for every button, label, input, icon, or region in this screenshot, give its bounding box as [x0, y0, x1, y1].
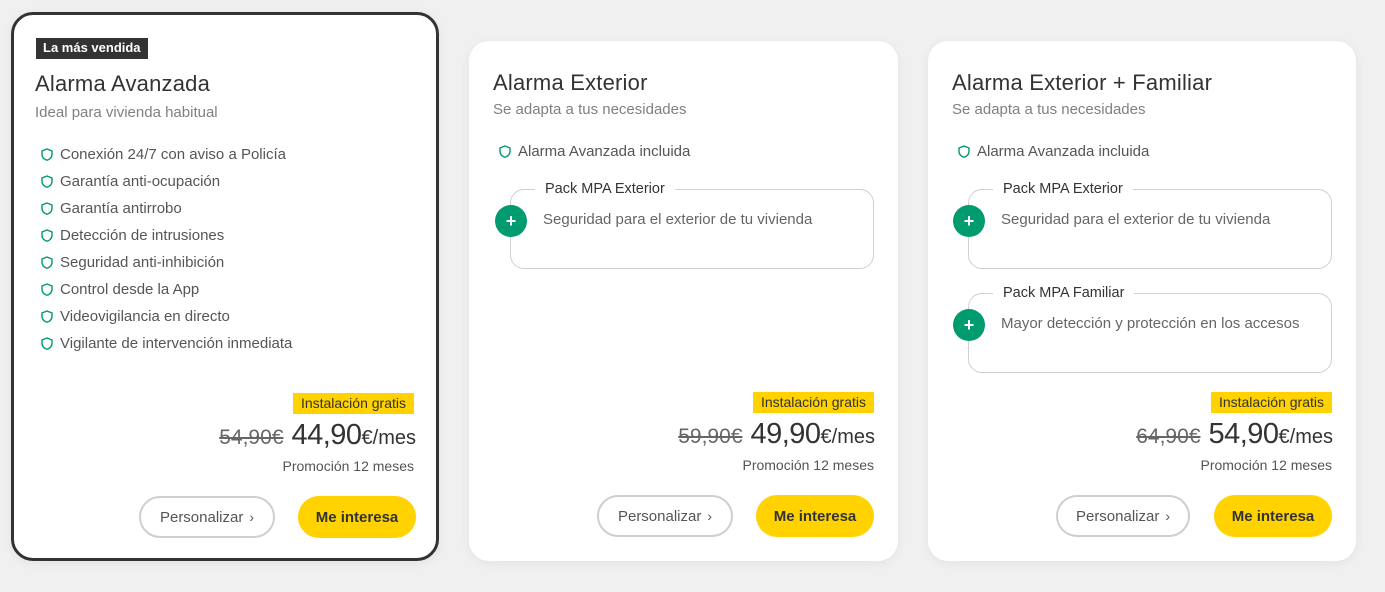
interest-button[interactable]: Me interesa [756, 495, 874, 537]
feature-item: Garantía antirrobo [41, 195, 292, 222]
promo-duration: Promoción 12 meses [282, 458, 414, 474]
pack-title: Pack MPA Exterior [993, 180, 1133, 198]
shield-icon [41, 256, 53, 269]
plus-icon[interactable]: + [953, 309, 985, 341]
chevron-right-icon: › [707, 508, 713, 524]
plan-card-alarma-avanzada: La más vendida Alarma Avanzada Ideal par… [11, 12, 439, 561]
free-installation-badge: Instalación gratis [752, 392, 874, 413]
old-price: 54,90€ [219, 426, 284, 449]
shield-icon [41, 283, 53, 296]
price-row: 59,90€ 49,90 €/mes [678, 418, 875, 451]
pack-description: Mayor detección y protección en los acce… [1001, 315, 1300, 332]
pack-mpa-familiar: Pack MPA Familiar + Mayor detección y pr… [953, 284, 1332, 373]
feature-item: Detección de intrusiones [41, 222, 292, 249]
plan-subtitle: Se adapta a tus necesidades [493, 101, 687, 118]
feature-item: Seguridad anti-inhibición [41, 249, 292, 276]
shield-icon [958, 145, 970, 158]
feature-item: Control desde la App [41, 276, 292, 303]
plan-title: Alarma Exterior + Familiar [952, 70, 1213, 95]
new-price: 49,90 [750, 418, 821, 450]
price-unit: €/mes [361, 427, 416, 449]
old-price: 64,90€ [1136, 425, 1201, 448]
plan-subtitle: Se adapta a tus necesidades [952, 101, 1146, 118]
pack-mpa-exterior: Pack MPA Exterior + Seguridad para el ex… [495, 180, 874, 269]
shield-icon [41, 229, 53, 242]
shield-icon [499, 145, 511, 158]
free-installation-badge: Instalación gratis [292, 393, 414, 414]
shield-icon [41, 148, 53, 161]
plan-title: Alarma Avanzada [35, 71, 211, 96]
old-price: 59,90€ [678, 425, 743, 448]
plus-icon[interactable]: + [495, 205, 527, 237]
feature-list: Alarma Avanzada incluida [499, 138, 690, 165]
best-seller-badge: La más vendida [36, 38, 148, 59]
new-price: 54,90 [1208, 418, 1279, 450]
free-installation-badge: Instalación gratis [1210, 392, 1332, 413]
feature-item: Vigilante de intervención inmediata [41, 330, 292, 357]
customize-button[interactable]: Personalizar › [597, 495, 733, 537]
plan-card-alarma-exterior: Alarma Exterior Se adapta a tus necesida… [469, 41, 898, 561]
plus-icon[interactable]: + [953, 205, 985, 237]
pack-title: Pack MPA Exterior [535, 180, 675, 198]
promo-duration: Promoción 12 meses [742, 457, 874, 473]
feature-item: Videovigilancia en directo [41, 303, 292, 330]
feature-item: Alarma Avanzada incluida [499, 138, 690, 165]
interest-button[interactable]: Me interesa [298, 496, 416, 538]
shield-icon [41, 202, 53, 215]
feature-item: Garantía anti-ocupación [41, 168, 292, 195]
shield-icon [41, 175, 53, 188]
feature-item: Alarma Avanzada incluida [958, 138, 1149, 165]
pack-mpa-exterior: Pack MPA Exterior + Seguridad para el ex… [953, 180, 1332, 269]
chevron-right-icon: › [249, 509, 255, 525]
promo-duration: Promoción 12 meses [1200, 457, 1332, 473]
customize-button[interactable]: Personalizar › [139, 496, 275, 538]
price-unit: €/mes [1278, 426, 1333, 448]
shield-icon [41, 337, 53, 350]
customize-button[interactable]: Personalizar › [1056, 495, 1190, 537]
price-unit: €/mes [820, 426, 875, 448]
shield-icon [41, 310, 53, 323]
price-row: 64,90€ 54,90 €/mes [1136, 418, 1333, 451]
plan-subtitle: Ideal para vivienda habitual [35, 104, 218, 121]
plan-title: Alarma Exterior [493, 70, 648, 95]
pack-description: Seguridad para el exterior de tu viviend… [543, 211, 813, 228]
price-row: 54,90€ 44,90 €/mes [219, 419, 416, 452]
new-price: 44,90 [291, 419, 362, 451]
interest-button[interactable]: Me interesa [1214, 495, 1332, 537]
feature-list: Conexión 24/7 con aviso a Policía Garant… [41, 141, 292, 357]
plan-card-alarma-exterior-familiar: Alarma Exterior + Familiar Se adapta a t… [928, 41, 1356, 561]
chevron-right-icon: › [1165, 508, 1171, 524]
pack-title: Pack MPA Familiar [993, 284, 1135, 302]
feature-list: Alarma Avanzada incluida [958, 138, 1149, 165]
pack-description: Seguridad para el exterior de tu viviend… [1001, 211, 1271, 228]
feature-item: Conexión 24/7 con aviso a Policía [41, 141, 292, 168]
